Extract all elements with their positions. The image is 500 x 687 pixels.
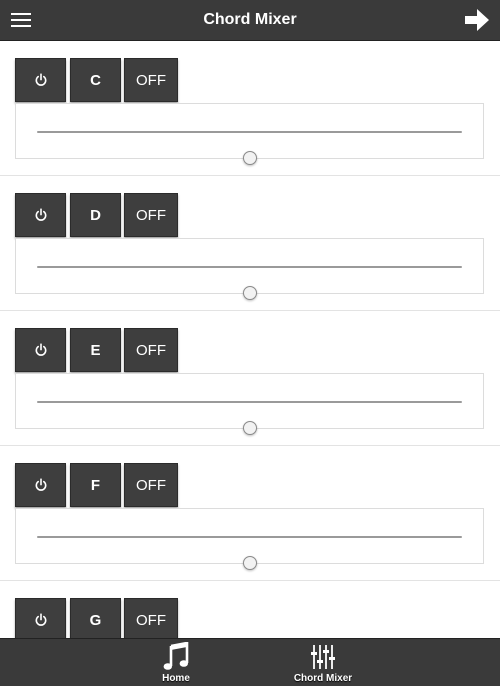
page-title: Chord Mixer — [203, 11, 297, 28]
volume-slider-thumb[interactable] — [242, 286, 257, 300]
volume-slider-track[interactable] — [37, 536, 462, 570]
power-button[interactable] — [15, 193, 66, 237]
power-icon — [35, 478, 46, 491]
off-toggle-button[interactable]: OFF — [124, 463, 178, 507]
mixer-sliders-icon — [311, 645, 335, 669]
music-note-icon — [163, 642, 189, 670]
chord-button[interactable]: E — [70, 328, 121, 372]
nav-label-home: Home — [162, 673, 190, 684]
chord-button[interactable]: D — [70, 193, 121, 237]
nav-item-chord-mixer[interactable]: Chord Mixer — [283, 639, 363, 687]
volume-slider-panel — [15, 103, 484, 165]
power-button[interactable] — [15, 328, 66, 372]
volume-slider-track[interactable] — [37, 401, 462, 435]
volume-slider-track[interactable] — [37, 266, 462, 300]
channel-e: E OFF — [0, 311, 500, 446]
volume-slider-thumb[interactable] — [242, 556, 257, 570]
off-toggle-button[interactable]: OFF — [124, 193, 178, 237]
nav-item-home[interactable]: Home — [136, 639, 216, 687]
power-button[interactable] — [15, 58, 66, 102]
forward-button[interactable] — [464, 8, 490, 32]
channel-d: D OFF — [0, 176, 500, 311]
power-icon — [35, 73, 46, 86]
volume-slider-track[interactable] — [37, 131, 462, 165]
channel-c: C OFF — [0, 41, 500, 176]
power-icon — [35, 343, 46, 356]
bottom-nav-bar: Home Chord Mixer — [0, 638, 500, 686]
chord-button[interactable]: G — [70, 598, 121, 638]
power-icon — [35, 613, 46, 626]
volume-slider-panel — [15, 508, 484, 570]
volume-slider-thumb[interactable] — [242, 151, 257, 165]
power-button[interactable] — [15, 598, 66, 638]
volume-slider-thumb[interactable] — [242, 421, 257, 435]
volume-slider-panel — [15, 373, 484, 435]
off-toggle-button[interactable]: OFF — [124, 328, 178, 372]
off-toggle-button[interactable]: OFF — [124, 598, 178, 638]
chord-button[interactable]: F — [70, 463, 121, 507]
app-header: Chord Mixer — [0, 0, 500, 41]
power-button[interactable] — [15, 463, 66, 507]
arrow-right-icon — [465, 9, 489, 31]
channel-f: F OFF — [0, 446, 500, 581]
chord-button[interactable]: C — [70, 58, 121, 102]
mixer-channel-list[interactable]: C OFF D OFF E OFF F OFF G OFF — [0, 41, 500, 638]
nav-label-chord-mixer: Chord Mixer — [293, 673, 353, 684]
power-icon — [35, 208, 46, 221]
volume-slider-panel — [15, 238, 484, 300]
off-toggle-button[interactable]: OFF — [124, 58, 178, 102]
channel-g: G OFF — [0, 581, 500, 638]
